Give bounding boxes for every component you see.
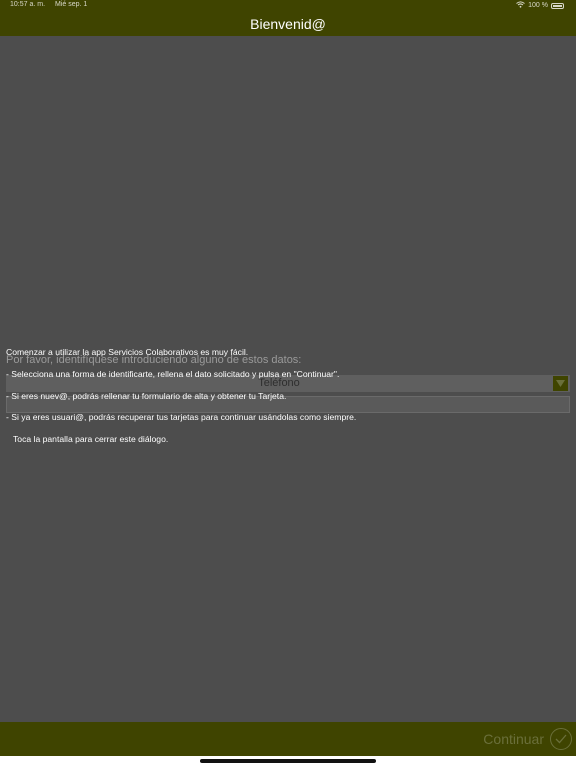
dialog-line-4: - Si ya eres usuari@, podrás recuperar t…	[6, 412, 357, 422]
check-circle-icon	[550, 728, 572, 750]
status-right: 100 %	[516, 1, 564, 10]
continue-label: Continuar	[483, 731, 544, 747]
status-time: 10:57 a. m.	[10, 1, 46, 8]
status-left: 10:57 a. m. Mié sep. 1	[10, 1, 95, 8]
help-dialog[interactable]: Comenzar a utilizar la app Servicios Col…	[0, 347, 576, 457]
nav-bar: Bienvenid@	[0, 12, 576, 36]
screen[interactable]: 10:57 a. m. Mié sep. 1 100 % Bienvenid@ …	[0, 0, 576, 768]
battery-icon	[551, 2, 564, 9]
status-bar: 10:57 a. m. Mié sep. 1 100 %	[0, 0, 576, 12]
page-title: Bienvenid@	[250, 16, 326, 32]
status-date: Mié sep. 1	[54, 1, 88, 8]
home-indicator[interactable]	[200, 759, 376, 763]
battery-percent: 100 %	[528, 2, 548, 9]
bottom-bar: Continuar	[0, 722, 576, 756]
dialog-line-2: - Selecciona una forma de identificarte,…	[6, 369, 340, 379]
dialog-line-5: Toca la pantalla para cerrar este diálog…	[13, 434, 169, 444]
continue-button[interactable]: Continuar	[483, 726, 572, 752]
home-area	[0, 756, 576, 768]
wifi-icon	[516, 1, 525, 10]
dialog-line-1: Comenzar a utilizar la app Servicios Col…	[6, 347, 249, 357]
dialog-line-3: - Si eres nuev@, podrás rellenar tu form…	[6, 391, 287, 401]
